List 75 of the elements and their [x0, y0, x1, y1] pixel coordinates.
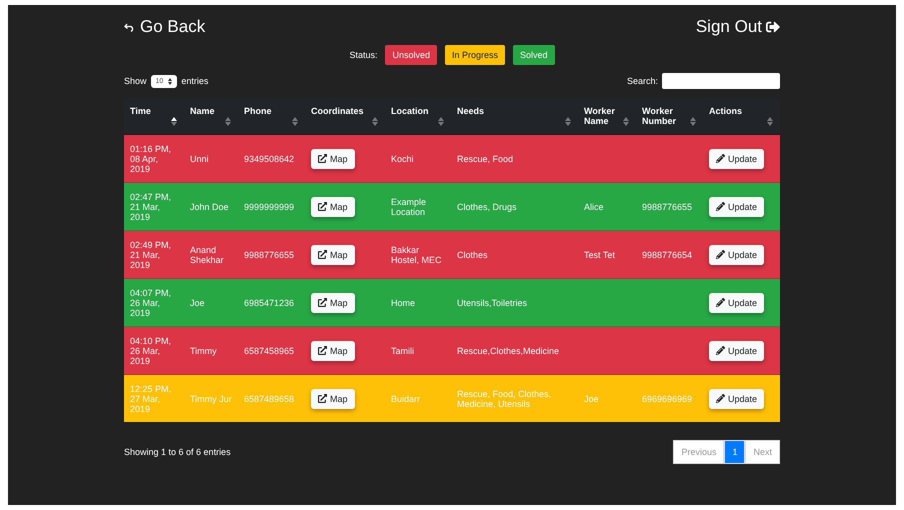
update-button[interactable]: Update: [709, 148, 764, 168]
table-cell: 9988776654: [642, 250, 692, 260]
entries-label: entries: [181, 76, 208, 86]
undo-icon: [124, 22, 136, 32]
table-cell: Alice: [584, 202, 604, 212]
table-cell: 02:47 PM, 21 Mar, 2019: [130, 192, 172, 222]
pencil-icon: [716, 298, 725, 307]
sort-caret-icon: [168, 78, 172, 84]
table-cell: Tamili: [391, 346, 414, 356]
table-cell: 9988776655: [244, 250, 294, 260]
pencil-icon: [716, 394, 725, 403]
table-cell: Clothes, Drugs: [457, 202, 517, 212]
page-button[interactable]: 1: [724, 440, 746, 464]
table-cell: Rescue,Clothes,Medicine: [457, 346, 560, 356]
table-cell: Bakkar Hostel, MEC: [391, 244, 442, 264]
search-label: Search:: [626, 76, 658, 86]
pencil-icon: [716, 154, 725, 163]
status-tag: Solved: [513, 45, 555, 65]
sign-out-icon: [766, 20, 780, 34]
external-link-icon: [318, 394, 327, 403]
table-cell: Timmy Jur: [190, 394, 232, 404]
go-back-link[interactable]: Go Back: [124, 17, 206, 37]
table-cell: Home: [391, 298, 416, 308]
table-cell: 02:49 PM, 21 Mar, 2019: [130, 240, 172, 270]
table-cell: Example Location: [391, 196, 426, 216]
table-cell: Rescue, Food: [457, 154, 514, 164]
external-link-icon: [318, 250, 327, 259]
table-cell: Unni: [190, 154, 209, 164]
external-link-icon: [318, 346, 327, 355]
sign-out-link[interactable]: Sign Out: [696, 17, 780, 37]
table-cell: Test Tet: [584, 250, 615, 260]
table-cell: 04:10 PM, 26 Mar, 2019: [130, 336, 172, 366]
pencil-icon: [716, 202, 725, 211]
update-button[interactable]: Update: [709, 196, 764, 216]
table-cell: 9349508642: [244, 154, 294, 164]
update-button[interactable]: Update: [709, 292, 764, 312]
table-cell: Joe: [584, 394, 599, 404]
table-cell: Joe: [190, 298, 205, 308]
table-cell: Anand Shekhar: [190, 244, 224, 264]
table-cell: 6587489658: [244, 394, 294, 404]
table-cell: Kochi: [391, 154, 414, 164]
map-button[interactable]: Map: [311, 196, 355, 216]
search-field[interactable]: [662, 73, 780, 89]
show-label: Show: [124, 76, 147, 86]
map-button[interactable]: Map: [311, 148, 355, 168]
table-cell: Clothes: [457, 250, 488, 260]
table-cell: 01:16 PM, 08 Apr, 2019: [130, 144, 172, 174]
table-cell: Rescue, Food, Clothes, Medicine, Utensils: [457, 388, 552, 408]
update-button[interactable]: Update: [709, 388, 764, 408]
status-tag: Unsolved: [385, 45, 437, 65]
status-label: Status:: [349, 50, 378, 60]
table-cell: 6985471236: [244, 298, 294, 308]
external-link-icon: [318, 202, 327, 211]
table-cell: 9999999999: [244, 202, 294, 212]
map-button[interactable]: Map: [311, 388, 355, 408]
table-cell: Buidarr: [391, 394, 420, 404]
external-link-icon: [318, 298, 327, 307]
table-cell: 12:25 PM, 27 Mar, 2019: [130, 384, 172, 414]
table-cell: 6969696969: [642, 394, 692, 404]
table-cell: 9988776655: [642, 202, 692, 212]
pencil-icon: [716, 250, 725, 259]
table-cell: John Doe: [190, 202, 229, 212]
external-link-icon: [318, 154, 327, 163]
table-cell: Timmy: [190, 346, 217, 356]
update-button[interactable]: Update: [709, 244, 764, 264]
pencil-icon: [716, 346, 725, 355]
table-cell: 04:07 PM, 26 Mar, 2019: [130, 288, 172, 318]
map-button[interactable]: Map: [311, 292, 355, 312]
status-tag: In Progress: [444, 45, 506, 65]
table-cell: Utensils,Toiletries: [457, 298, 528, 308]
update-button[interactable]: Update: [709, 340, 764, 360]
table-cell: 6587458965: [244, 346, 294, 356]
map-button[interactable]: Map: [311, 340, 355, 360]
table-info: Showing 1 to 6 of 6 entries: [124, 447, 231, 457]
map-button[interactable]: Map: [311, 244, 355, 264]
